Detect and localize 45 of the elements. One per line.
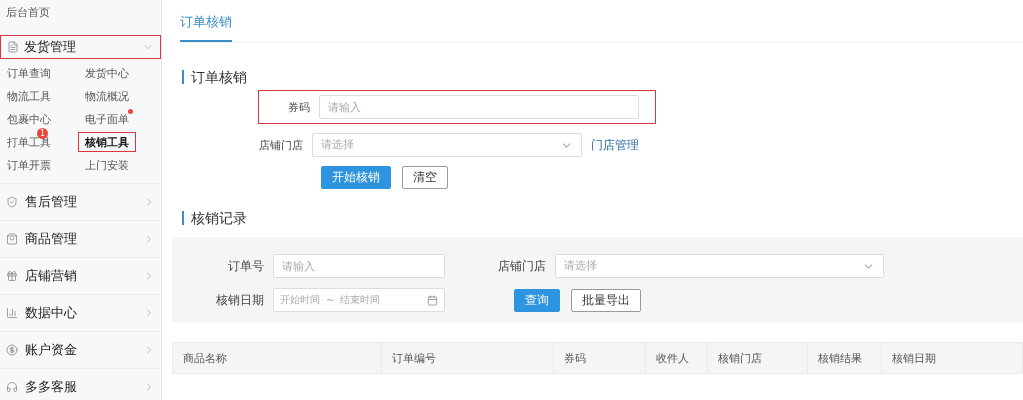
- store-link[interactable]: 门店管理: [591, 136, 639, 154]
- field-label: 店铺门店: [259, 137, 303, 153]
- input-field[interactable]: 请输入: [273, 254, 445, 278]
- bar-chart-icon: [6, 307, 18, 319]
- menu-item[interactable]: 物流概况: [78, 86, 136, 106]
- button[interactable]: 批量导出: [571, 288, 641, 312]
- field-label: 核销日期: [215, 292, 264, 308]
- column-header: 券码: [553, 343, 645, 373]
- menu-item[interactable]: 订单开票: [0, 155, 58, 175]
- menu-group[interactable]: 数据中心: [0, 295, 161, 332]
- input-field[interactable]: 请输入: [319, 95, 639, 119]
- menu-group-header[interactable]: 发货管理: [0, 35, 161, 59]
- menu-group[interactable]: 多多客服: [0, 369, 161, 400]
- headset-icon: [6, 381, 18, 393]
- menu-item[interactable]: 订单查询: [0, 63, 58, 83]
- field-label: 店铺门店: [497, 258, 546, 274]
- column-header: 收件人: [645, 343, 707, 373]
- shield-icon: [6, 196, 18, 208]
- home-link[interactable]: 后台首页: [0, 0, 161, 35]
- bag-icon: [6, 233, 18, 245]
- document-icon: [7, 41, 19, 53]
- menu-item[interactable]: 发货中心: [78, 63, 136, 83]
- gift-icon: [6, 270, 18, 282]
- field-label: 订单号: [227, 258, 264, 274]
- column-header: 订单编号: [381, 343, 553, 373]
- menu-item[interactable]: 物流工具: [0, 86, 58, 106]
- field-label: 券码: [287, 99, 311, 115]
- menu-group[interactable]: 账户资金: [0, 332, 161, 369]
- menu-group[interactable]: 店铺营销: [0, 258, 161, 295]
- menu-item[interactable]: 核销工具: [78, 132, 136, 152]
- section-title: 核销记录: [182, 211, 1023, 225]
- column-header: 核销门店: [707, 343, 807, 373]
- tab[interactable]: 订单核销: [180, 13, 232, 42]
- menu-group[interactable]: 售后管理: [0, 184, 161, 221]
- column-header: 商品名称: [182, 351, 228, 366]
- section-title: 订单核销: [182, 70, 1023, 84]
- button[interactable]: 清空: [402, 166, 448, 189]
- calendar-icon: [427, 294, 438, 306]
- menu-item[interactable]: 上门安装: [78, 155, 136, 175]
- menu-item[interactable]: 包裹中心: [0, 109, 58, 129]
- column-header: 核销日期: [881, 343, 1022, 373]
- coin-icon: [6, 344, 18, 356]
- menu-item[interactable]: 电子面单: [78, 109, 136, 129]
- column-header: 核销结果: [807, 343, 881, 373]
- menu-group[interactable]: 商品管理: [0, 221, 161, 258]
